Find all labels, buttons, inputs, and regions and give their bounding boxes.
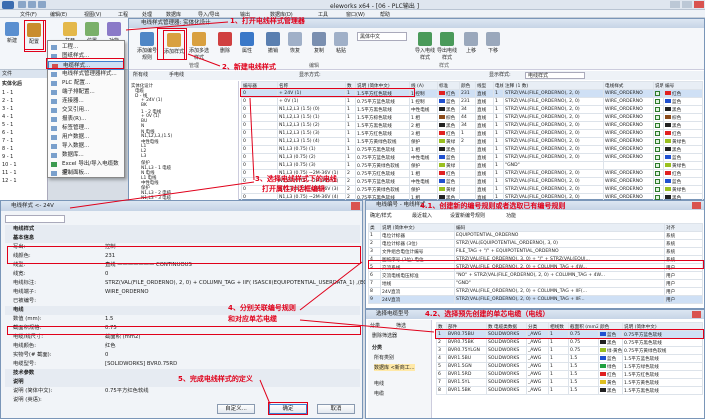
- annotation-arrows: [0, 0, 705, 419]
